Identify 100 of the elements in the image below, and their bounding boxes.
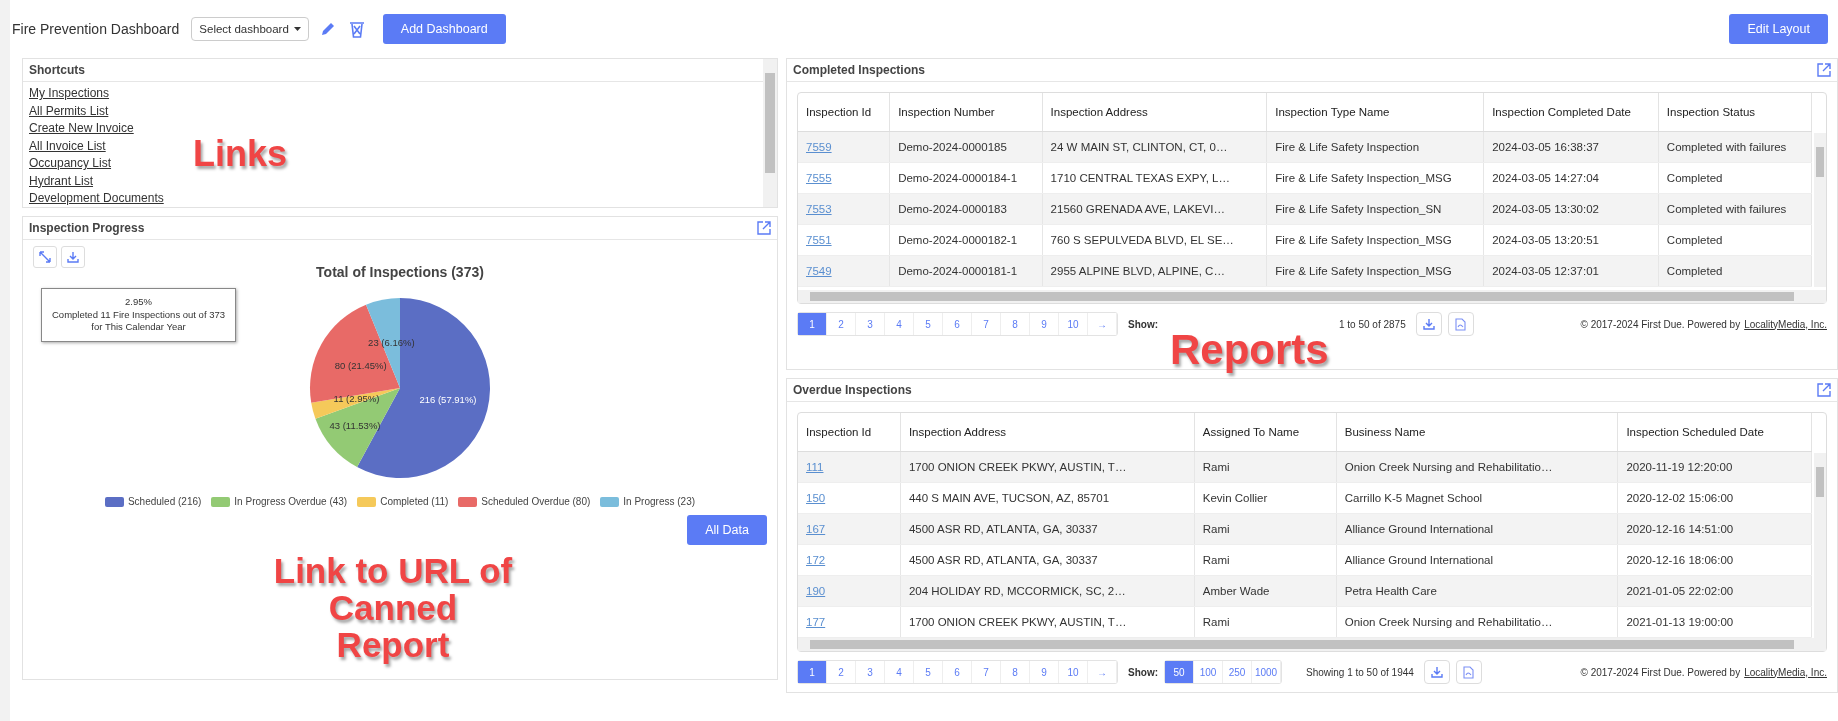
page-size-button[interactable]: 50 — [1165, 661, 1194, 683]
inspection-id-link[interactable]: 167 — [806, 523, 826, 535]
table-cell: 2024-03-05 13:20:51 — [1492, 234, 1599, 246]
column-header[interactable]: Inspection Id — [798, 93, 890, 132]
inspection-id-link[interactable]: 7549 — [806, 265, 832, 277]
edit-layout-button[interactable]: Edit Layout — [1729, 14, 1828, 44]
trash-icon[interactable] — [348, 20, 365, 38]
scrollbar[interactable] — [763, 59, 777, 207]
inspection-id-link[interactable]: 111 — [806, 461, 824, 473]
download-icon — [67, 251, 79, 263]
legend-label[interactable]: In Progress Overdue (43) — [234, 496, 348, 507]
scrollbar[interactable] — [1814, 133, 1826, 287]
pdf-export-button[interactable] — [1447, 312, 1474, 336]
dashboard-select[interactable]: Select dashboard — [191, 17, 309, 41]
column-header[interactable]: Inspection Number — [889, 93, 1043, 132]
shortcut-link[interactable]: All Permits List — [29, 102, 109, 120]
inspection-id-link[interactable]: 7555 — [806, 172, 832, 184]
column-header[interactable]: Inspection Completed Date — [1483, 93, 1659, 132]
scrollbar[interactable] — [798, 638, 1826, 651]
add-dashboard-button[interactable]: Add Dashboard — [382, 14, 506, 44]
annotation-text: Reports — [1170, 328, 1329, 373]
table-cell: 2020-12-16 18:06:00 — [1626, 554, 1734, 566]
table-cell: Amber Wade — [1202, 585, 1270, 597]
column-header[interactable]: Assigned To Name — [1194, 413, 1337, 452]
page-button[interactable]: 1 — [798, 313, 827, 335]
external-link-icon[interactable] — [1817, 63, 1831, 77]
caret-icon — [293, 27, 301, 31]
slice-label: 11 (2.95%) — [333, 392, 380, 404]
company-link[interactable]: LocalityMedia, Inc. — [1744, 318, 1827, 330]
legend-label[interactable]: In Progress (23) — [623, 496, 696, 507]
column-header[interactable]: Inspection Type Name — [1266, 93, 1484, 132]
inspection-id-link[interactable]: 7551 — [806, 234, 832, 246]
table-cell: 4500 ASR RD, ATLANTA, GA, 30337 — [908, 523, 1098, 535]
page-button[interactable]: 1 — [798, 661, 827, 683]
shortcut-link[interactable]: Create New Invoice — [29, 120, 134, 138]
download-button[interactable] — [61, 246, 85, 268]
table-cell: Rami — [1202, 554, 1230, 566]
company-link[interactable]: LocalityMedia, Inc. — [1744, 666, 1827, 678]
pdf-file-icon — [1455, 317, 1467, 331]
table-cell: Fire & Life Safety Inspection_MSG — [1275, 265, 1452, 277]
legend-label[interactable]: Scheduled Overdue (80) — [481, 496, 591, 507]
table-cell: Fire & Life Safety Inspection_MSG — [1275, 172, 1452, 184]
column-header[interactable]: Inspection Status — [1658, 93, 1812, 132]
external-link-icon[interactable] — [757, 221, 771, 235]
table-cell: 2024-03-05 12:37:01 — [1492, 265, 1599, 277]
table-cell: Completed — [1666, 265, 1723, 277]
slice-label: 23 (6.16%) — [368, 337, 415, 349]
table-cell: Rami — [1202, 461, 1230, 473]
inspection-id-link[interactable]: 177 — [806, 616, 826, 628]
shortcut-link[interactable]: My Inspections — [29, 85, 110, 103]
shortcut-link[interactable]: All Invoice List — [29, 137, 106, 155]
table-cell: 1700 ONION CREEK PKWY, AUSTIN, T… — [908, 616, 1127, 628]
download-icon — [1430, 666, 1443, 678]
table-cell: Completed with failures — [1666, 203, 1787, 215]
legend-label[interactable]: Completed (11) — [380, 496, 449, 507]
table-cell: Kevin Collier — [1202, 492, 1268, 504]
scrollbar[interactable] — [798, 290, 1826, 303]
panel-title: Completed Inspections — [793, 63, 926, 77]
external-link-icon[interactable] — [1817, 383, 1831, 397]
page-size-button[interactable]: 1000 — [1252, 661, 1281, 683]
column-header[interactable]: Inspection Scheduled Date — [1617, 413, 1812, 452]
table-cell: Completed with failures — [1666, 141, 1787, 153]
shortcut-link[interactable]: Occupancy List — [29, 155, 112, 173]
shortcut-link[interactable]: Development Documents — [29, 190, 164, 207]
table-cell: 2024-03-05 13:30:02 — [1492, 203, 1599, 215]
all-data-button[interactable]: All Data — [687, 515, 767, 545]
table-cell: 2955 ALPINE BLVD, ALPINE, C… — [1050, 265, 1225, 277]
inspection-id-link[interactable]: 7559 — [806, 141, 832, 153]
shortcut-link[interactable]: Hydrant List — [29, 172, 94, 190]
download-button[interactable] — [1415, 312, 1442, 336]
pdf-export-button[interactable] — [1455, 660, 1482, 684]
column-header[interactable]: Business Name — [1336, 413, 1618, 452]
legend-label[interactable]: Scheduled (216) — [127, 496, 202, 507]
expand-icon — [39, 251, 51, 263]
table-cell: Carrillo K-5 Magnet School — [1344, 492, 1483, 504]
column-header[interactable]: Inspection Id — [798, 413, 901, 452]
table-cell: Fire & Life Safety Inspection_MSG — [1275, 234, 1452, 246]
panel-title: Overdue Inspections — [793, 383, 912, 397]
inspection-id-link[interactable]: 190 — [806, 585, 826, 597]
scrollbar[interactable] — [1814, 453, 1826, 638]
inspection-id-link[interactable]: 150 — [806, 492, 826, 504]
annotation-text: Links — [193, 135, 288, 173]
table-cell: 2020-12-02 15:06:00 — [1626, 492, 1734, 504]
inspection-id-link[interactable]: 172 — [806, 554, 826, 566]
table-cell: Completed — [1666, 234, 1723, 246]
column-header[interactable]: Inspection Address — [1042, 93, 1267, 132]
table-cell: 2020-11-19 12:20:00 — [1626, 461, 1733, 473]
column-header[interactable]: Inspection Address — [900, 413, 1195, 452]
expand-button[interactable] — [33, 246, 57, 268]
inspection-id-link[interactable]: 7553 — [806, 203, 832, 215]
show-label: Show: — [1128, 318, 1158, 330]
table-cell: 204 HOLIDAY RD, MCCORMICK, SC, 2… — [908, 585, 1126, 597]
pdf-file-icon — [1463, 665, 1475, 679]
table-cell: 2020-12-16 14:51:00 — [1626, 523, 1734, 535]
download-button[interactable] — [1423, 660, 1450, 684]
table-cell: 760 S SEPULVEDA BLVD, EL SE… — [1050, 234, 1234, 246]
table-cell: 2021-01-05 22:02:00 — [1626, 585, 1734, 597]
table-cell: Alliance Ground International — [1344, 523, 1494, 535]
download-icon — [1422, 318, 1435, 330]
table-cell: 21560 GRENADA AVE, LAKEVI… — [1050, 203, 1225, 215]
